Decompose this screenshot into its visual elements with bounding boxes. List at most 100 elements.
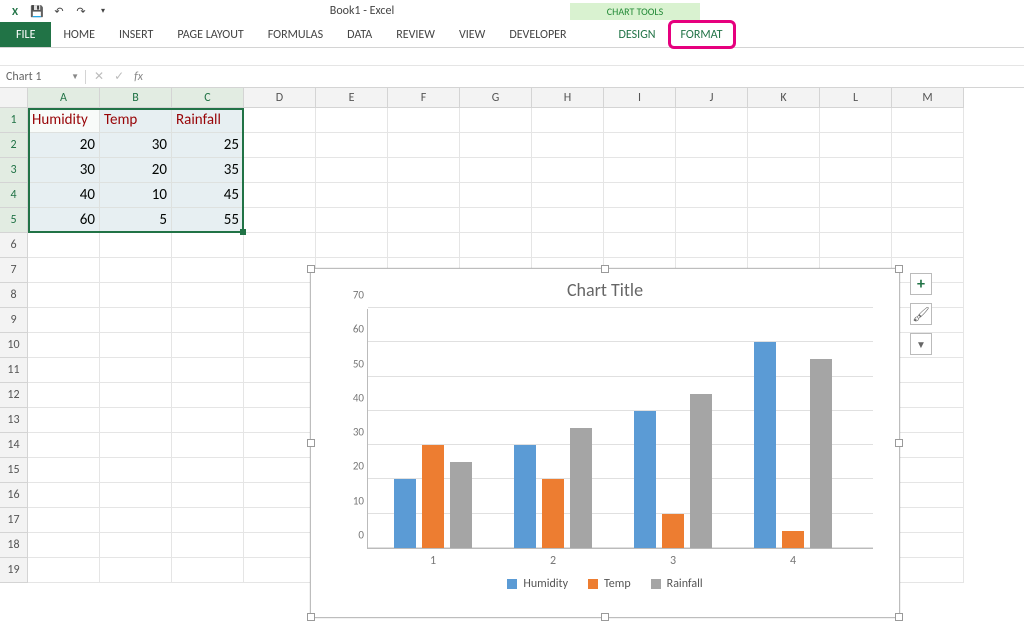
row-header[interactable]: 5 [0, 208, 28, 233]
legend-item[interactable]: Temp [588, 577, 631, 591]
tab-review[interactable]: REVIEW [384, 22, 447, 47]
cell[interactable] [244, 458, 316, 483]
name-box[interactable]: Chart 1 ▼ [0, 70, 86, 84]
bar-rainfall[interactable] [570, 428, 592, 548]
worksheet[interactable]: A B C D E F G H I J K L M 1HumidityTempR… [0, 88, 1024, 583]
cell[interactable] [316, 158, 388, 183]
col-header[interactable]: J [676, 88, 748, 108]
fx-icon[interactable]: fx [134, 70, 143, 84]
bar-humidity[interactable] [754, 342, 776, 548]
cell[interactable] [532, 183, 604, 208]
bar-humidity[interactable] [514, 445, 536, 548]
cell[interactable] [316, 133, 388, 158]
row-header[interactable]: 18 [0, 533, 28, 558]
cell[interactable] [172, 458, 244, 483]
cell[interactable]: 45 [172, 183, 244, 208]
cell[interactable]: Temp [100, 108, 172, 133]
cell[interactable] [172, 333, 244, 358]
cell[interactable] [820, 133, 892, 158]
cell[interactable] [604, 133, 676, 158]
row-header[interactable]: 17 [0, 508, 28, 533]
cell[interactable] [676, 183, 748, 208]
cell[interactable] [532, 108, 604, 133]
cell[interactable] [892, 483, 964, 508]
cell[interactable] [892, 233, 964, 258]
bar-temp[interactable] [662, 514, 684, 548]
cell[interactable] [244, 383, 316, 408]
cell[interactable]: 25 [172, 133, 244, 158]
cell[interactable] [604, 233, 676, 258]
cell[interactable] [892, 358, 964, 383]
cell[interactable] [388, 158, 460, 183]
cell[interactable] [100, 308, 172, 333]
bar-rainfall[interactable] [690, 394, 712, 548]
cell[interactable]: 30 [100, 133, 172, 158]
tab-file[interactable]: FILE [0, 22, 51, 47]
cell[interactable] [28, 333, 100, 358]
cell[interactable] [172, 233, 244, 258]
cell[interactable]: Rainfall [172, 108, 244, 133]
cell[interactable] [676, 208, 748, 233]
cell[interactable] [820, 233, 892, 258]
cell[interactable]: 5 [100, 208, 172, 233]
row-header[interactable]: 2 [0, 133, 28, 158]
col-header[interactable]: I [604, 88, 676, 108]
cell[interactable] [100, 258, 172, 283]
customize-icon[interactable]: ▾ [95, 3, 111, 19]
cell[interactable] [28, 533, 100, 558]
cell[interactable] [172, 308, 244, 333]
cell[interactable] [100, 283, 172, 308]
cell[interactable] [172, 433, 244, 458]
cell[interactable] [892, 158, 964, 183]
row-header[interactable]: 4 [0, 183, 28, 208]
chart-plot-area[interactable]: 0102030405060701234 [367, 309, 873, 549]
cell[interactable] [244, 283, 316, 308]
cell[interactable] [100, 408, 172, 433]
resize-handle[interactable] [307, 265, 315, 273]
cell[interactable] [820, 208, 892, 233]
cell[interactable] [100, 383, 172, 408]
cell[interactable] [316, 183, 388, 208]
cell[interactable] [748, 208, 820, 233]
chart-title[interactable]: Chart Title [317, 275, 893, 309]
resize-handle[interactable] [307, 613, 315, 621]
resize-handle[interactable] [895, 439, 903, 447]
col-header[interactable]: K [748, 88, 820, 108]
cell[interactable] [244, 358, 316, 383]
cell[interactable] [28, 558, 100, 583]
cell[interactable] [244, 308, 316, 333]
cell[interactable] [676, 133, 748, 158]
cell[interactable] [28, 458, 100, 483]
cell[interactable]: Humidity [28, 108, 100, 133]
cell[interactable] [460, 158, 532, 183]
cell[interactable] [244, 558, 316, 583]
cell[interactable]: 30 [28, 158, 100, 183]
chart-elements-button[interactable]: + [910, 273, 932, 295]
cell[interactable] [892, 208, 964, 233]
col-header[interactable]: E [316, 88, 388, 108]
cell[interactable] [172, 258, 244, 283]
cell[interactable]: 10 [100, 183, 172, 208]
cell[interactable] [100, 533, 172, 558]
cell[interactable] [172, 283, 244, 308]
chart-legend[interactable]: HumidityTempRainfall [317, 577, 893, 591]
col-header[interactable]: H [532, 88, 604, 108]
tab-home[interactable]: HOME [51, 22, 107, 47]
cell[interactable] [892, 533, 964, 558]
row-header[interactable]: 14 [0, 433, 28, 458]
bar-temp[interactable] [542, 479, 564, 548]
tab-format[interactable]: FORMAT [668, 20, 736, 49]
cell[interactable] [460, 233, 532, 258]
save-icon[interactable]: 💾 [29, 3, 45, 19]
cell[interactable] [676, 233, 748, 258]
cell[interactable] [820, 158, 892, 183]
row-header[interactable]: 12 [0, 383, 28, 408]
cell[interactable]: 20 [28, 133, 100, 158]
resize-handle[interactable] [307, 439, 315, 447]
cell[interactable] [244, 433, 316, 458]
cell[interactable] [316, 208, 388, 233]
cell[interactable] [172, 408, 244, 433]
bar-humidity[interactable] [634, 411, 656, 548]
row-header[interactable]: 8 [0, 283, 28, 308]
resize-handle[interactable] [895, 613, 903, 621]
